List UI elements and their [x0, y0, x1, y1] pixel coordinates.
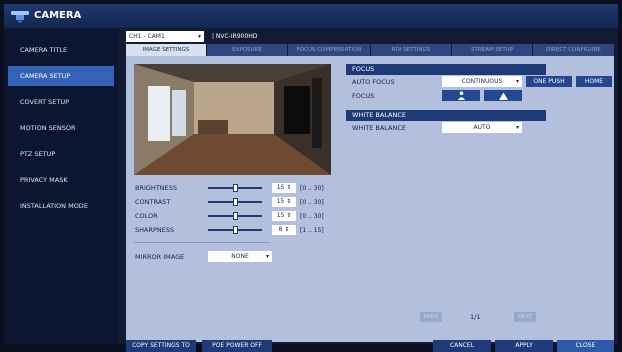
focus-label: FOCUS	[352, 92, 375, 100]
camera-window: CAMERA CAMERA TITLE CAMERA SETUP COVERT …	[4, 4, 618, 352]
contrast-label: CONTRAST	[135, 198, 171, 206]
channel-row: CH1 - CAM1 ▾ | NVC-IR900HD	[122, 31, 372, 43]
sharpness-range: [1 .. 15]	[300, 227, 324, 234]
color-slider[interactable]	[208, 212, 262, 220]
white-balance-select[interactable]: AUTO ▾	[442, 122, 522, 133]
channel-select-value: CH1 - CAM1	[129, 33, 165, 40]
room-scene-image	[134, 64, 331, 175]
white-balance-label: WHITE BALANCE	[352, 124, 407, 132]
chevron-down-icon: ▾	[515, 124, 519, 131]
camera-preview-image	[134, 64, 331, 175]
tab-exposure[interactable]: EXPOSURE	[207, 44, 287, 56]
color-label: COLOR	[135, 212, 158, 220]
tab-direct-configure[interactable]: DIRECT CONFIGURE	[533, 44, 614, 56]
home-button[interactable]: HOME	[576, 76, 612, 87]
page-title: CAMERA	[34, 10, 82, 21]
tab-roi-settings[interactable]: ROI SETTINGS	[371, 44, 451, 56]
sidebar-item-camera-setup[interactable]: CAMERA SETUP	[8, 66, 114, 86]
color-value[interactable]: 15 ⇕	[272, 211, 296, 221]
tab-stream-setup[interactable]: STREAM SETUP	[452, 44, 532, 56]
contrast-slider-handle[interactable]	[232, 198, 238, 206]
focus-section-header: FOCUS	[346, 64, 546, 75]
brightness-slider[interactable]	[208, 184, 262, 192]
auto-focus-select[interactable]: CONTINUOUS ▾	[442, 76, 522, 87]
auto-focus-label: AUTO FOCUS	[352, 78, 395, 86]
sidebar-item-covert-setup[interactable]: COVERT SETUP	[8, 92, 114, 112]
camera-icon	[11, 11, 29, 23]
prev-page-button[interactable]: PREV	[420, 312, 442, 322]
contrast-slider[interactable]	[208, 198, 262, 206]
sharpness-slider[interactable]	[208, 226, 262, 234]
chevron-down-icon: ▾	[265, 253, 269, 260]
sidebar-item-camera-title[interactable]: CAMERA TITLE	[8, 40, 114, 60]
color-range: [0 .. 30]	[300, 213, 324, 220]
chevron-down-icon: ▾	[197, 33, 201, 40]
sidebar-item-privacy-mask[interactable]: PRIVACY MASK	[8, 170, 114, 190]
title-bar: CAMERA	[4, 4, 618, 28]
poe-power-off-button[interactable]: POE POWER OFF	[202, 340, 272, 352]
camera-model: | NVC-IR900HD	[212, 33, 258, 40]
focus-near-button[interactable]	[442, 90, 480, 101]
channel-select[interactable]: CH1 - CAM1 ▾	[126, 31, 204, 42]
sidebar-item-installation-mode[interactable]: INSTALLATION MODE	[8, 196, 114, 216]
copy-settings-button[interactable]: COPY SETTINGS TO	[126, 340, 196, 352]
white-balance-section-header: WHITE BALANCE	[346, 110, 546, 121]
person-icon	[457, 91, 465, 100]
close-button[interactable]: CLOSE	[557, 340, 614, 352]
sharpness-label: SHARPNESS	[135, 226, 175, 234]
contrast-value[interactable]: 15 ⇕	[272, 197, 296, 207]
apply-button[interactable]: APPLY	[495, 340, 553, 352]
sharpness-slider-handle[interactable]	[232, 226, 238, 234]
sidebar: CAMERA TITLE CAMERA SETUP COVERT SETUP M…	[4, 28, 118, 344]
tab-focus-compensation[interactable]: FOCUS COMPENSATION	[288, 44, 370, 56]
brightness-slider-handle[interactable]	[232, 184, 238, 192]
image-settings-panel: BRIGHTNESS 15 ⇕ [0 .. 30] CONTRAST 15 ⇕ …	[126, 56, 614, 342]
tab-bar: IMAGE SETTINGS EXPOSURE FOCUS COMPENSATI…	[126, 44, 614, 56]
sharpness-value[interactable]: 8 ⇕	[272, 225, 296, 235]
brightness-value[interactable]: 15 ⇕	[272, 183, 296, 193]
sidebar-item-motion-sensor[interactable]: MOTION SENSOR	[8, 118, 114, 138]
next-page-button[interactable]: NEXT	[514, 312, 536, 322]
page-indicator: 1/1	[470, 313, 481, 321]
divider	[134, 242, 270, 243]
brightness-range: [0 .. 30]	[300, 185, 324, 192]
tab-image-settings[interactable]: IMAGE SETTINGS	[126, 44, 206, 56]
focus-far-button[interactable]	[484, 90, 522, 101]
brightness-label: BRIGHTNESS	[135, 184, 178, 192]
contrast-range: [0 .. 30]	[300, 199, 324, 206]
pagination: PREV 1/1 NEXT	[420, 312, 540, 322]
sidebar-item-ptz-setup[interactable]: PTZ SETUP	[8, 144, 114, 164]
cancel-button[interactable]: CANCEL	[433, 340, 491, 352]
mirror-image-select[interactable]: NONE ▾	[208, 251, 272, 262]
color-slider-handle[interactable]	[232, 212, 238, 220]
one-push-button[interactable]: ONE PUSH	[526, 76, 572, 87]
chevron-down-icon: ▾	[515, 78, 519, 85]
footer-bar: COPY SETTINGS TO POE POWER OFF CANCEL AP…	[122, 340, 618, 352]
mirror-image-label: MIRROR IMAGE	[135, 253, 185, 261]
mountain-icon	[498, 92, 508, 100]
main-content: CH1 - CAM1 ▾ | NVC-IR900HD IMAGE SETTING…	[122, 28, 618, 342]
